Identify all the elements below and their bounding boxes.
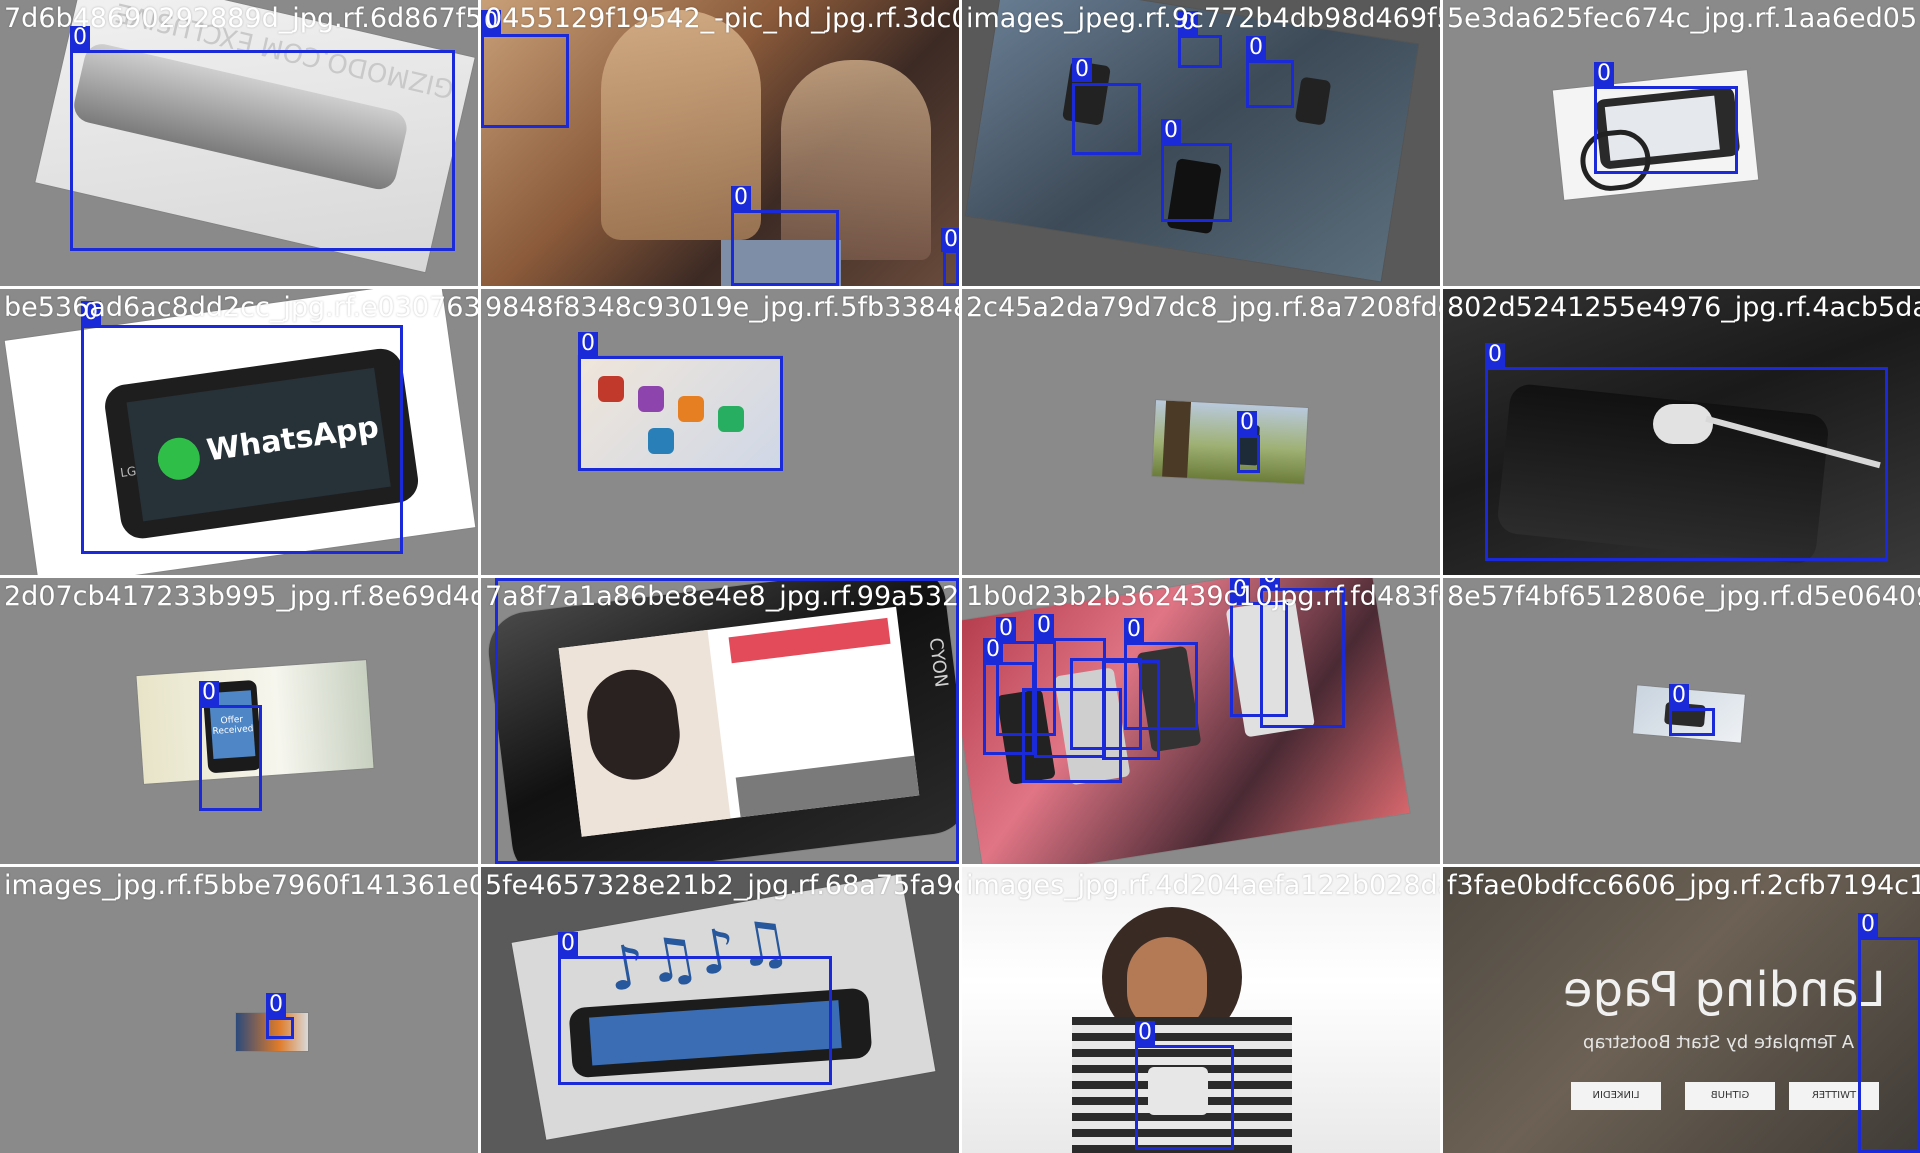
detection-box [266,1017,294,1039]
detection-label: 0 [1135,1021,1155,1045]
detection-box [81,325,403,554]
detection-box [1135,1045,1234,1150]
tile-5: WhatsApp LG 0 be536ad6ac8dd2cc_jpg.rf.e0… [0,289,478,575]
tile-3: 0 0 0 0 images_jpeg.rf.9c772b4db98d469f5… [962,0,1440,286]
detection-box [1072,83,1141,155]
detection-label: 0 [1237,411,1257,435]
tile-12: 0 8e57f4bf6512806e_jpg.rf.d5e06409 [1443,578,1920,864]
detection-label: 0 [266,993,286,1017]
tile-9-filename: 2d07cb417233b995_jpg.rf.8e69d4d7a8f7a1a [4,581,478,612]
landing-title: Landing Page [1563,962,1886,1018]
detection-label: 0 [1072,58,1092,82]
tile-10: CYON 0 7a8f7a1a86be8e4e8_jpg.rf.99a5329f… [481,578,959,864]
tile-2: 0 0 0 0455129f19542_-pic_hd_jpg.rf.3dc09… [481,0,959,286]
mosaic-grid: GIZMODO.COM EXCLUSIVE 0 7d6b48690292889d… [0,0,1920,1153]
tile-11: 0 0 0 0 0 0 1b0d23b2b362439c10jpg.rf.fd4… [962,578,1440,864]
github-button: GITHUB [1685,1082,1775,1110]
detection-box [1669,708,1715,736]
tile-12-filename: 8e57f4bf6512806e_jpg.rf.d5e06409 [1447,581,1920,612]
detection-label: 0 [1034,614,1054,638]
tile-7: 0 2c45a2da79d7dc8_jpg.rf.8a7208fdc80b521… [962,289,1440,575]
detection-label: 0 [941,228,959,252]
tile-16: Landing Page A Template by Start Bootstr… [1443,867,1920,1153]
tile-4: 0 5e3da625fec674c_jpg.rf.1aa6ed05 [1443,0,1920,286]
tile-1-filename: 7d6b48690292889d_jpg.rf.6d867f5c048c5252 [4,3,478,34]
tile-8-filename: 802d5241255e4976_jpg.rf.4acb5da9 [1447,292,1920,323]
tile-11-filename: 1b0d23b2b362439c10jpg.rf.fd483fcef6e5724 [966,581,1440,612]
detection-box [1594,86,1738,174]
tile-13: 0 images_jpg.rf.f5bbe7960f141361e04842a3… [0,867,478,1153]
detection-label: 0 [1669,684,1689,708]
detection-box [495,578,959,864]
detection-box [1246,60,1294,108]
detection-label: 0 [1246,36,1266,60]
tile-5-filename: be536ad6ac8dd2cc_jpg.rf.e0307633f3486f3 [4,292,478,323]
tile-3-filename: images_jpeg.rf.9c772b4db98d469f57e2d3a6 [966,3,1440,34]
tile-1: GIZMODO.COM EXCLUSIVE 0 7d6b48690292889d… [0,0,478,286]
landing-subtitle: A Template by Start Bootstrap [1583,1032,1855,1053]
tile-14: ♪♫♪♫ 0 5fe4657328e21b2_jpg.rf.68a75fa9c2… [481,867,959,1153]
detection-box [70,50,455,251]
detection-box [943,250,959,286]
tile-14-filename: 5fe4657328e21b2_jpg.rf.68a75fa9c26b4b [485,870,959,901]
detection-label: 0 [1161,119,1181,143]
detection-label: 0 [983,638,1003,662]
detection-box [1485,367,1888,561]
detection-box [578,356,783,471]
tile-10-filename: 7a8f7a1a86be8e4e8_jpg.rf.99a5329fd5e2952 [485,581,959,612]
tile-13-filename: images_jpg.rf.f5bbe7960f141361e04842a3b [4,870,478,901]
detection-label: 0 [1858,913,1878,937]
detection-box [199,705,262,811]
detection-label: 0 [1594,62,1614,86]
detection-box [1237,435,1260,473]
detection-box [1858,937,1920,1153]
detection-label: 0 [731,186,751,210]
tile-16-photo: Landing Page A Template by Start Bootstr… [1443,867,1920,1153]
detection-label: 0 [1485,343,1505,367]
tile-8: 0 802d5241255e4976_jpg.rf.4acb5da9 [1443,289,1920,575]
tile-15: 0 images_jpg.rf.4d204aefa122b028da73ea2b… [962,867,1440,1153]
detection-box [1161,143,1232,222]
detection-label: 0 [1124,618,1144,642]
detection-label: 0 [199,681,219,705]
tile-2-filename: 0455129f19542_-pic_hd_jpg.rf.3dc094e2c4 [485,3,959,34]
detection-box [481,34,569,128]
tile-16-filename: f3fae0bdfcc6606_jpg.rf.2cfb7194c1 [1447,870,1920,901]
detection-label: 0 [996,617,1016,641]
tile-9: Offer Received 0 2d07cb417233b995_jpg.rf… [0,578,478,864]
tile-4-filename: 5e3da625fec674c_jpg.rf.1aa6ed05 [1447,3,1918,34]
tile-7-filename: 2c45a2da79d7dc8_jpg.rf.8a7208fdc80b52124 [966,292,1440,323]
tile-6-filename: 9848f8348c93019e_jpg.rf.5fb338487045f7a [485,292,959,323]
detection-label: 0 [578,332,598,356]
detection-box [558,956,832,1085]
detection-label: 0 [558,932,578,956]
tile-7-photo [1152,400,1308,484]
detection-box [1102,660,1160,760]
linkedin-button: LINKEDIN [1571,1082,1661,1110]
tile-15-filename: images_jpg.rf.4d204aefa122b028da73ea2b6 [966,870,1440,901]
tile-6: 0 9848f8348c93019e_jpg.rf.5fb338487045f7… [481,289,959,575]
detection-box [731,210,839,286]
detection-box [1178,35,1222,68]
